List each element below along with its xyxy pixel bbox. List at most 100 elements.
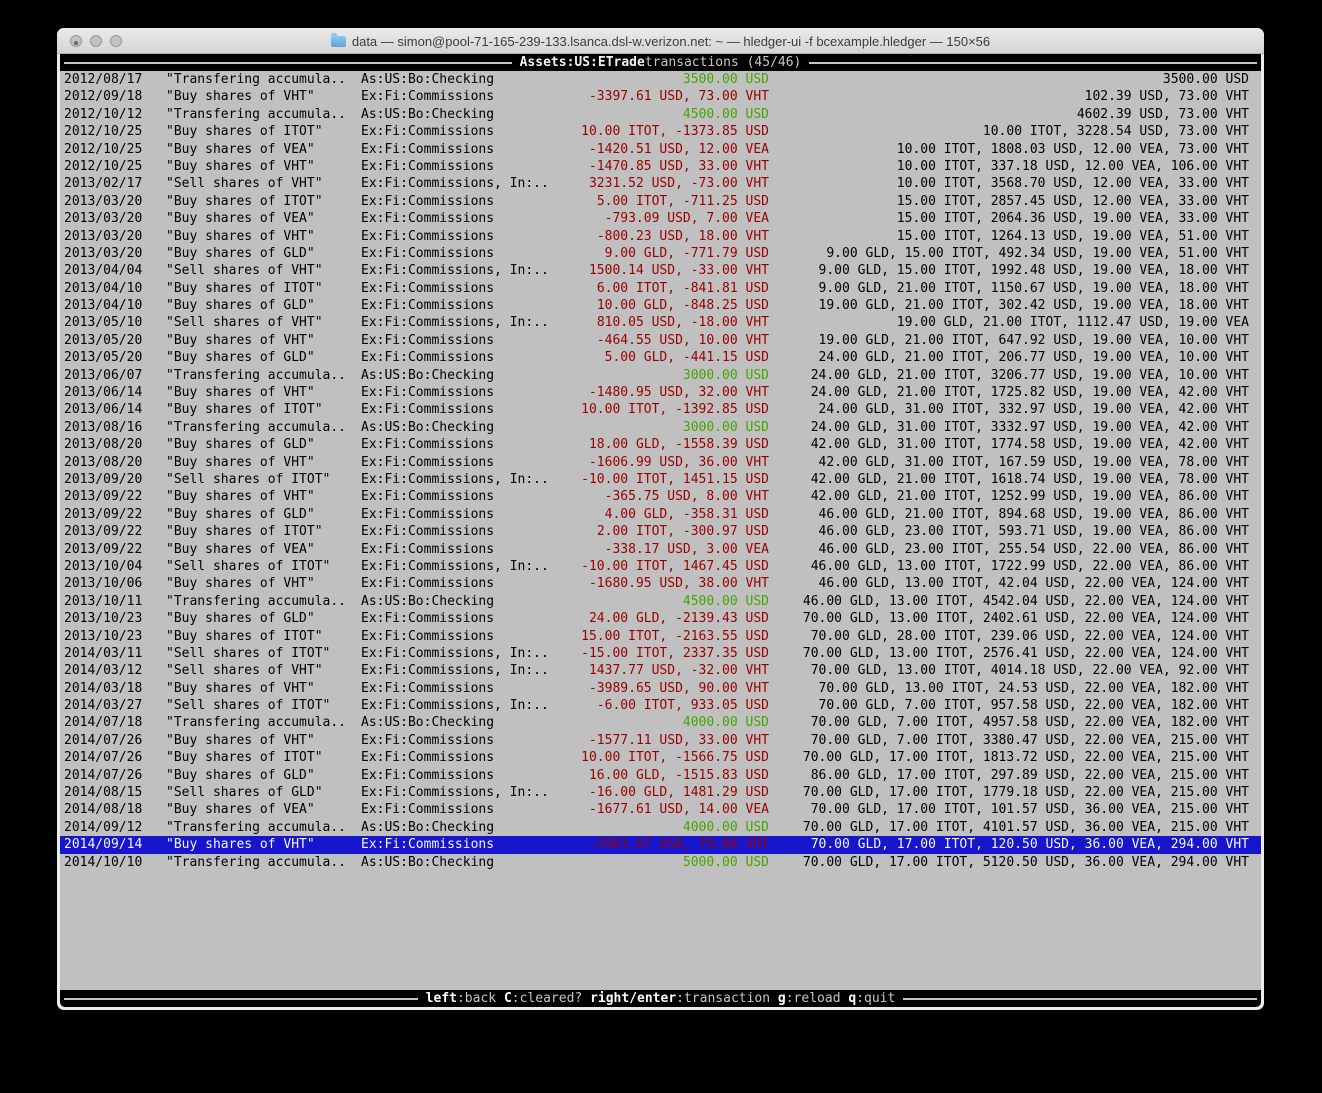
txn-description: "Sell shares of ITOT" <box>166 471 330 488</box>
transaction-row[interactable]: 2012/09/18"Buy shares of VHT"Ex:Fi:Commi… <box>60 88 1261 105</box>
window-titlebar[interactable]: data — simon@pool-71-165-239-133.lsanca.… <box>57 28 1264 54</box>
txn-date: 2014/10/10 <box>64 854 142 871</box>
txn-description: "Buy shares of ITOT" <box>166 193 323 210</box>
transaction-row[interactable]: 2014/07/26"Buy shares of GLD"Ex:Fi:Commi… <box>60 767 1261 784</box>
txn-running-balance: 15.00 ITOT, 2857.45 USD, 12.00 VEA, 33.0… <box>897 193 1249 210</box>
transaction-row[interactable]: 2013/10/11"Transfering accumula..As:US:B… <box>60 593 1261 610</box>
txn-other-accounts: Ex:Fi:Commissions, In:.. <box>361 262 549 279</box>
txn-date: 2014/07/26 <box>64 732 142 749</box>
transaction-row[interactable]: 2014/03/27"Sell shares of ITOT"Ex:Fi:Com… <box>60 697 1261 714</box>
transaction-row[interactable]: 2013/09/22"Buy shares of GLD"Ex:Fi:Commi… <box>60 506 1261 523</box>
transaction-row[interactable]: 2013/10/04"Sell shares of ITOT"Ex:Fi:Com… <box>60 558 1261 575</box>
transaction-row[interactable]: 2014/03/18"Buy shares of VHT"Ex:Fi:Commi… <box>60 680 1261 697</box>
txn-date: 2013/08/20 <box>64 454 142 471</box>
txn-description: "Buy shares of GLD" <box>166 610 315 627</box>
transaction-row[interactable]: 2014/09/12"Transfering accumula..As:US:B… <box>60 819 1261 836</box>
header-screen-label: transactions (45/46) <box>645 54 810 71</box>
txn-running-balance: 15.00 ITOT, 2064.36 USD, 19.00 VEA, 33.0… <box>897 210 1249 227</box>
transaction-row[interactable]: 2014/08/15"Sell shares of GLD"Ex:Fi:Comm… <box>60 784 1261 801</box>
txn-date: 2013/03/20 <box>64 210 142 227</box>
txn-date: 2014/03/27 <box>64 697 142 714</box>
terminal-window: data — simon@pool-71-165-239-133.lsanca.… <box>57 28 1264 1010</box>
txn-date: 2014/08/18 <box>64 801 142 818</box>
transaction-row[interactable]: 2013/04/10"Buy shares of ITOT"Ex:Fi:Comm… <box>60 280 1261 297</box>
txn-other-accounts: Ex:Fi:Commissions <box>361 210 494 227</box>
transaction-row[interactable]: 2012/10/25"Buy shares of VEA"Ex:Fi:Commi… <box>60 141 1261 158</box>
transaction-row[interactable]: 2013/05/10"Sell shares of VHT"Ex:Fi:Comm… <box>60 314 1261 331</box>
txn-date: 2013/06/14 <box>64 384 142 401</box>
transaction-row[interactable]: 2013/06/14"Buy shares of ITOT"Ex:Fi:Comm… <box>60 401 1261 418</box>
txn-date: 2014/07/26 <box>64 749 142 766</box>
transaction-row[interactable]: 2014/08/18"Buy shares of VEA"Ex:Fi:Commi… <box>60 801 1261 818</box>
transaction-row[interactable]: 2013/03/20"Buy shares of VHT"Ex:Fi:Commi… <box>60 228 1261 245</box>
txn-change-amount: 10.00 ITOT, -1566.75 USD <box>581 749 769 766</box>
minimize-button[interactable] <box>90 35 102 47</box>
transaction-row[interactable]: 2012/10/12"Transfering accumula..As:US:B… <box>60 106 1261 123</box>
txn-other-accounts: Ex:Fi:Commissions <box>361 332 494 349</box>
transaction-row[interactable]: 2013/03/20"Buy shares of ITOT"Ex:Fi:Comm… <box>60 193 1261 210</box>
txn-description: "Buy shares of VEA" <box>166 210 315 227</box>
transaction-row[interactable]: 2012/10/25"Buy shares of ITOT"Ex:Fi:Comm… <box>60 123 1261 140</box>
transaction-row-selected[interactable]: 2014/09/14"Buy shares of VHT"Ex:Fi:Commi… <box>60 836 1261 853</box>
txn-other-accounts: Ex:Fi:Commissions, In:.. <box>361 471 549 488</box>
transaction-row[interactable]: 2014/10/10"Transfering accumula..As:US:B… <box>60 854 1261 871</box>
transaction-row[interactable]: 2014/03/12"Sell shares of VHT"Ex:Fi:Comm… <box>60 662 1261 679</box>
transaction-row[interactable]: 2013/09/20"Sell shares of ITOT"Ex:Fi:Com… <box>60 471 1261 488</box>
txn-date: 2014/09/12 <box>64 819 142 836</box>
txn-date: 2013/09/22 <box>64 541 142 558</box>
transaction-row[interactable]: 2013/09/22"Buy shares of VHT"Ex:Fi:Commi… <box>60 488 1261 505</box>
transaction-row[interactable]: 2013/06/14"Buy shares of VHT"Ex:Fi:Commi… <box>60 384 1261 401</box>
transaction-row[interactable]: 2013/08/20"Buy shares of GLD"Ex:Fi:Commi… <box>60 436 1261 453</box>
txn-change-amount: 3500.00 USD <box>683 71 769 88</box>
txn-date: 2013/05/10 <box>64 314 142 331</box>
transaction-row[interactable]: 2013/10/06"Buy shares of VHT"Ex:Fi:Commi… <box>60 575 1261 592</box>
transaction-row[interactable]: 2013/08/16"Transfering accumula..As:US:B… <box>60 419 1261 436</box>
txn-description: "Transfering accumula.. <box>166 71 346 88</box>
transaction-row[interactable]: 2013/04/04 "Sell shares of VHT" Ex:Fi:Comm… <box>60 262 1261 279</box>
transaction-row[interactable]: 2013/09/22"Buy shares of ITOT"Ex:Fi:Comm… <box>60 523 1261 540</box>
txn-change-amount: 6.00 ITOT, -841.81 USD <box>597 280 769 297</box>
traffic-light-buttons <box>70 35 122 47</box>
close-button[interactable] <box>70 35 82 47</box>
transaction-row[interactable]: 2013/02/17"Sell shares of VHT"Ex:Fi:Comm… <box>60 175 1261 192</box>
txn-change-amount: 4.00 GLD, -358.31 USD <box>605 506 769 523</box>
txn-running-balance: 24.00 GLD, 21.00 ITOT, 1725.82 USD, 19.0… <box>811 384 1249 401</box>
transaction-row[interactable]: 2014/07/18"Transfering accumula..As:US:B… <box>60 714 1261 731</box>
txn-other-accounts: Ex:Fi:Commissions, In:.. <box>361 784 549 801</box>
transaction-row[interactable]: 2013/09/22"Buy shares of VEA"Ex:Fi:Commi… <box>60 541 1261 558</box>
txn-date: 2014/03/12 <box>64 662 142 679</box>
transaction-row[interactable]: 2013/05/20"Buy shares of VHT"Ex:Fi:Commi… <box>60 332 1261 349</box>
transaction-row[interactable]: 2013/08/20"Buy shares of VHT"Ex:Fi:Commi… <box>60 454 1261 471</box>
txn-change-amount: 24.00 GLD, -2139.43 USD <box>589 610 769 627</box>
txn-date: 2013/05/20 <box>64 332 142 349</box>
txn-date: 2012/10/12 <box>64 106 142 123</box>
txn-change-amount: 15.00 ITOT, -2163.55 USD <box>581 628 769 645</box>
transaction-row[interactable]: 2013/03/20 "Buy shares of VEA" Ex:Fi:Commi… <box>60 210 1261 227</box>
txn-other-accounts: Ex:Fi:Commissions <box>361 488 494 505</box>
txn-other-accounts: Ex:Fi:Commissions, In:.. <box>361 175 549 192</box>
transaction-row[interactable]: 2013/04/10"Buy shares of GLD"Ex:Fi:Commi… <box>60 297 1261 314</box>
txn-date: 2013/04/04 <box>64 262 142 279</box>
transaction-row[interactable]: 2013/06/07"Transfering accumula..As:US:B… <box>60 367 1261 384</box>
txn-change-amount: 4000.00 USD <box>683 714 769 731</box>
txn-description: "Buy shares of VHT" <box>166 158 315 175</box>
txn-running-balance: 46.00 GLD, 13.00 ITOT, 4542.04 USD, 22.0… <box>803 593 1249 610</box>
transaction-row[interactable]: 2013/10/23"Buy shares of ITOT"Ex:Fi:Comm… <box>60 628 1261 645</box>
transaction-row[interactable]: 2012/08/17"Transfering accumula..As:US:B… <box>60 71 1261 88</box>
transaction-row[interactable]: 2014/07/26"Buy shares of VHT"Ex:Fi:Commi… <box>60 732 1261 749</box>
transaction-row[interactable]: 2013/03/20"Buy shares of GLD"Ex:Fi:Commi… <box>60 245 1261 262</box>
txn-change-amount: 10.00 ITOT, -1373.85 USD <box>581 123 769 140</box>
transaction-row[interactable]: 2014/07/26"Buy shares of ITOT"Ex:Fi:Comm… <box>60 749 1261 766</box>
txn-other-accounts: As:US:Bo:Checking <box>361 106 494 123</box>
transaction-row[interactable]: 2013/05/20"Buy shares of GLD"Ex:Fi:Commi… <box>60 349 1261 366</box>
txn-date: 2012/10/25 <box>64 123 142 140</box>
transaction-row[interactable]: 2013/10/23"Buy shares of GLD"Ex:Fi:Commi… <box>60 610 1261 627</box>
transaction-row[interactable]: 2014/03/11"Sell shares of ITOT"Ex:Fi:Com… <box>60 645 1261 662</box>
txn-running-balance: 70.00 GLD, 17.00 ITOT, 1779.18 USD, 22.0… <box>803 784 1249 801</box>
txn-change-amount: 1500.14 USD, -33.00 VHT <box>589 262 769 279</box>
txn-change-amount: 4500.00 USD <box>683 106 769 123</box>
txn-description: "Sell shares of VHT" <box>166 262 323 279</box>
transaction-row[interactable]: 2012/10/25"Buy shares of VHT"Ex:Fi:Commi… <box>60 158 1261 175</box>
zoom-button[interactable] <box>110 35 122 47</box>
footer-key: C <box>504 991 512 1006</box>
